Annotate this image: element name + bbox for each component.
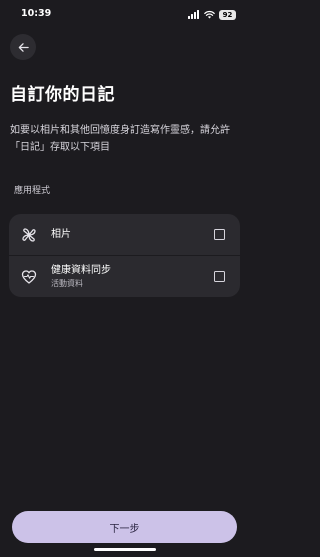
permission-text: 健康資料同步 活動資料	[51, 264, 111, 289]
battery-icon: 92	[219, 9, 236, 20]
permission-sublabel: 活動資料	[51, 279, 83, 288]
permission-row-photos[interactable]: 相片	[9, 214, 240, 255]
permission-label: 健康資料同步	[51, 265, 111, 276]
heart-icon	[21, 269, 37, 284]
photos-checkbox[interactable]	[214, 229, 225, 240]
signal-icon	[188, 10, 200, 19]
section-label: 應用程式	[14, 186, 51, 196]
permission-card: 相片 健康資料同步 活動資料	[9, 214, 240, 297]
pinwheel-icon	[22, 227, 36, 242]
page-description: 如要以相片和其他回憶度身訂造寫作靈感，請允許「日記」存取以下項目	[10, 125, 230, 153]
home-indicator	[94, 548, 156, 551]
arrow-left-icon	[18, 42, 29, 52]
next-button[interactable]: 下一步	[12, 511, 237, 543]
permission-row-health-sync[interactable]: 健康資料同步 活動資料	[9, 256, 240, 297]
permission-text: 相片	[51, 228, 71, 241]
status-icons: 92	[188, 9, 236, 20]
health-sync-checkbox[interactable]	[214, 271, 225, 282]
back-button[interactable]	[10, 34, 36, 60]
screen: 10:39 92 自訂你的日記 如要以相片和其他回憶度身訂造寫作靈感，請允許「日…	[0, 0, 250, 557]
wifi-icon	[204, 10, 215, 19]
page-title: 自訂你的日記	[10, 85, 115, 105]
permission-label: 相片	[51, 229, 71, 240]
status-bar: 10:39 92	[0, 0, 250, 30]
status-time: 10:39	[21, 8, 52, 19]
